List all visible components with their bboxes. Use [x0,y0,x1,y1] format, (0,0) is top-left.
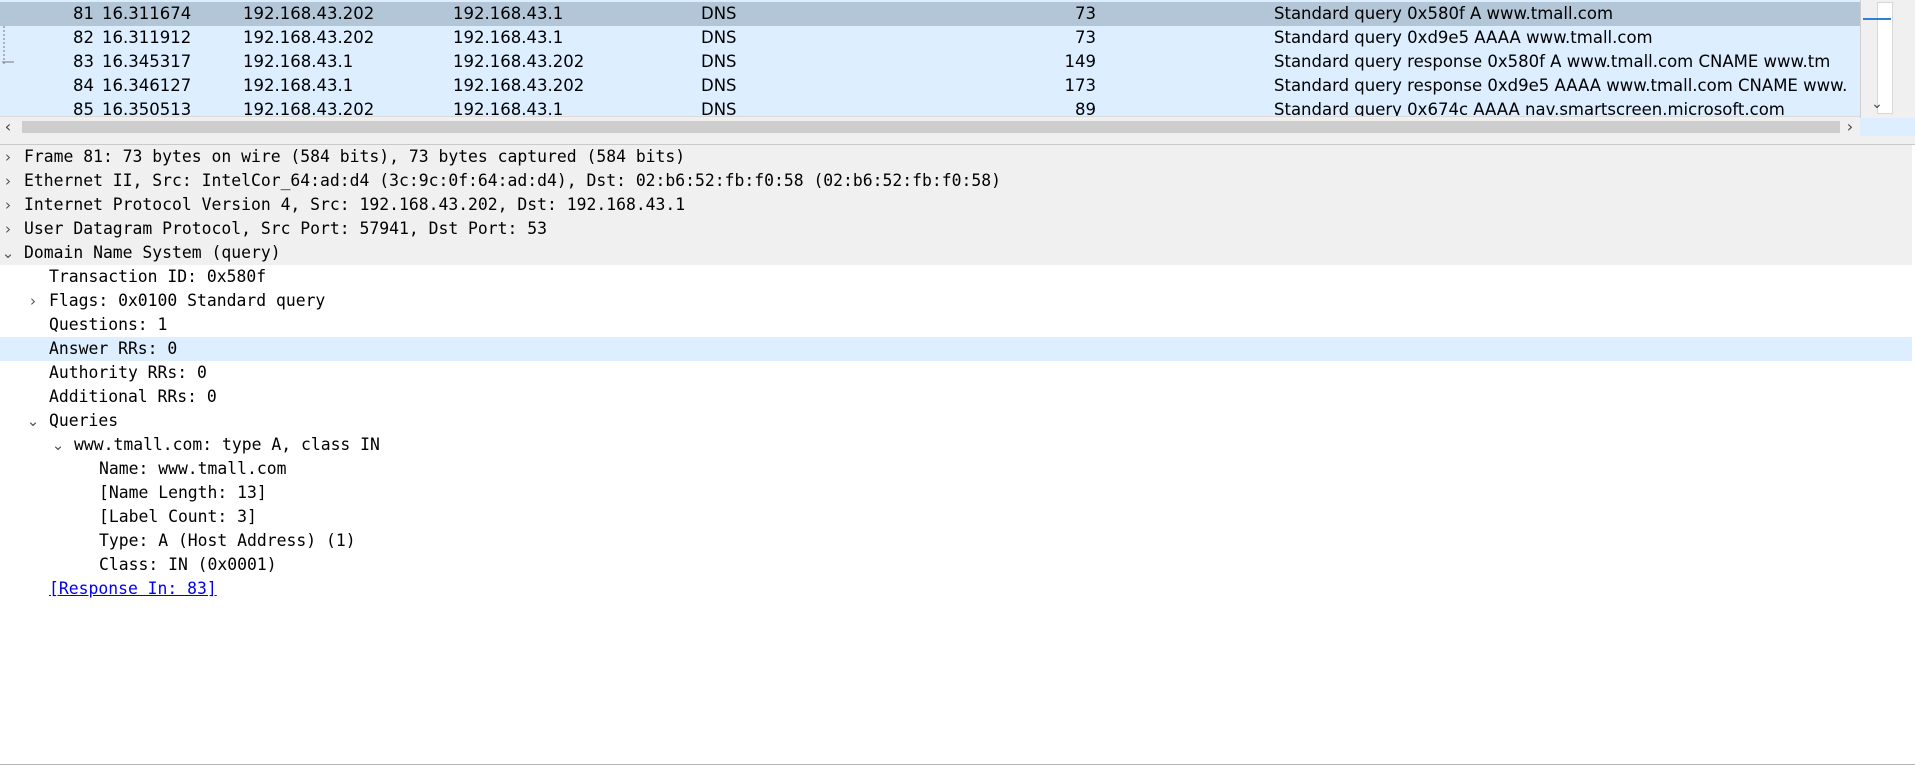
packet-protocol: DNS [701,52,737,71]
packet-source: 192.168.43.202 [243,28,375,47]
packet-time: 16.346127 [102,76,192,95]
packet-info: Standard query response 0x580f A www.tma… [1274,52,1831,71]
tree-item-queries[interactable]: ⌄ Queries [0,409,1912,433]
packet-info: Standard query 0xd9e5 AAAA www.tmall.com [1274,28,1653,47]
packet-row[interactable]: 81 16.311674 192.168.43.202 192.168.43.1… [0,2,1860,26]
pane-bottom-border [0,764,1915,765]
packet-row[interactable]: 83 16.345317 192.168.43.1 192.168.43.202… [0,50,1860,74]
packet-number: 81 [73,4,94,23]
horizontal-scrollbar-thumb[interactable] [22,121,1840,133]
packet-time: 16.345317 [102,52,192,71]
chevron-right-icon[interactable]: › [1,169,15,193]
tree-item-label: Flags: 0x0100 Standard query [49,291,326,310]
tree-item-ethernet[interactable]: › Ethernet II, Src: IntelCor_64:ad:d4 (3… [0,169,1912,193]
packet-destination: 192.168.43.1 [453,4,564,23]
chevron-down-icon[interactable]: ⌄ [51,433,65,457]
tree-item-additional-rrs[interactable]: Additional RRs: 0 [0,385,1912,409]
packet-source: 192.168.43.202 [243,4,375,23]
tree-item-label: Additional RRs: 0 [49,387,217,406]
chevron-down-icon[interactable]: ⌄ [1,241,15,265]
tree-item-label: User Datagram Protocol, Src Port: 57941,… [24,219,548,238]
tree-item-udp[interactable]: › User Datagram Protocol, Src Port: 5794… [0,217,1912,241]
tree-item-label: Answer RRs: 0 [49,339,178,358]
chevron-right-icon[interactable]: › [1,145,15,169]
vertical-scrollbar[interactable]: ⌄ [1860,0,1915,118]
packet-length: 173 [1064,76,1097,95]
packet-source: 192.168.43.1 [243,76,354,95]
chevron-right-icon[interactable]: › [1,217,15,241]
tree-item-label: Ethernet II, Src: IntelCor_64:ad:d4 (3c:… [24,171,1001,190]
packet-destination: 192.168.43.202 [453,52,585,71]
tree-item-ipv4[interactable]: › Internet Protocol Version 4, Src: 192.… [0,193,1912,217]
packet-number: 82 [73,28,94,47]
tree-item-label: Authority RRs: 0 [49,363,207,382]
packet-protocol: DNS [701,76,737,95]
packet-number: 83 [73,52,94,71]
packet-time: 16.311912 [102,28,192,47]
tree-item-label: Frame 81: 73 bytes on wire (584 bits), 7… [24,147,686,166]
tree-item-name[interactable]: Name: www.tmall.com [0,457,1912,481]
chevron-right-icon[interactable]: › [1842,117,1858,136]
chevron-left-icon[interactable]: ‹ [0,117,16,136]
tree-item-label: www.tmall.com: type A, class IN [74,435,380,454]
packet-details-tree[interactable]: › Frame 81: 73 bytes on wire (584 bits),… [0,145,1915,760]
packet-source: 192.168.43.1 [243,52,354,71]
tree-item-response-in[interactable]: [Response In: 83] [0,577,1912,601]
tree-item-name-length[interactable]: [Name Length: 13] [0,481,1912,505]
tree-item-label: [Name Length: 13] [99,483,267,502]
chevron-down-icon[interactable]: ⌄ [1867,96,1887,114]
horizontal-scrollbar[interactable]: ‹ › [0,116,1860,136]
tree-item-authority-rrs[interactable]: Authority RRs: 0 [0,361,1912,385]
tree-item-type[interactable]: Type: A (Host Address) (1) [0,529,1912,553]
tree-item-label: Questions: 1 [49,315,168,334]
tree-item-label: Queries [49,411,119,430]
packet-row[interactable]: 84 16.346127 192.168.43.1 192.168.43.202… [0,74,1860,98]
tree-item-label: Name: www.tmall.com [99,459,287,478]
tree-item-flags[interactable]: › Flags: 0x0100 Standard query [0,289,1912,313]
packet-protocol: DNS [701,4,737,23]
chevron-down-icon[interactable]: ⌄ [26,409,40,433]
tree-item-dns[interactable]: ⌄ Domain Name System (query) [0,241,1912,265]
packet-number: 84 [73,76,94,95]
tree-item-transaction-id[interactable]: Transaction ID: 0x580f [0,265,1912,289]
tree-item-label: Class: IN (0x0001) [99,555,277,574]
packet-protocol: DNS [701,28,737,47]
packet-row[interactable]: 82 16.311912 192.168.43.202 192.168.43.1… [0,26,1860,50]
packet-destination: 192.168.43.202 [453,76,585,95]
tree-item-questions[interactable]: Questions: 1 [0,313,1912,337]
packet-list[interactable]: 81 16.311674 192.168.43.202 192.168.43.1… [0,0,1915,136]
packet-length: 73 [1075,28,1096,47]
response-in-link[interactable]: [Response In: 83] [49,577,217,601]
tree-item-label-count[interactable]: [Label Count: 3] [0,505,1912,529]
selected-packet-marker [1863,18,1891,20]
tree-item-label: [Label Count: 3] [99,507,257,526]
packet-time: 16.311674 [102,4,192,23]
tree-item-label: Domain Name System (query) [24,243,281,262]
tree-item-class[interactable]: Class: IN (0x0001) [0,553,1912,577]
packet-length: 149 [1064,52,1097,71]
pane-splitter[interactable] [0,136,1915,145]
packet-destination: 192.168.43.1 [453,28,564,47]
tree-item-query[interactable]: ⌄ www.tmall.com: type A, class IN [0,433,1912,457]
tree-item-frame[interactable]: › Frame 81: 73 bytes on wire (584 bits),… [0,145,1912,169]
tree-item-label: Internet Protocol Version 4, Src: 192.16… [24,195,686,214]
packet-info: Standard query response 0xd9e5 AAAA www.… [1274,76,1848,95]
tree-item-label: Type: A (Host Address) (1) [99,531,356,550]
packet-info: Standard query 0x580f A www.tmall.com [1274,4,1614,23]
tree-item-label: Transaction ID: 0x580f [49,267,267,286]
chevron-right-icon[interactable]: › [26,289,40,313]
chevron-right-icon[interactable]: › [1,193,15,217]
tree-item-answer-rrs[interactable]: Answer RRs: 0 [0,337,1912,361]
packet-length: 73 [1075,4,1096,23]
